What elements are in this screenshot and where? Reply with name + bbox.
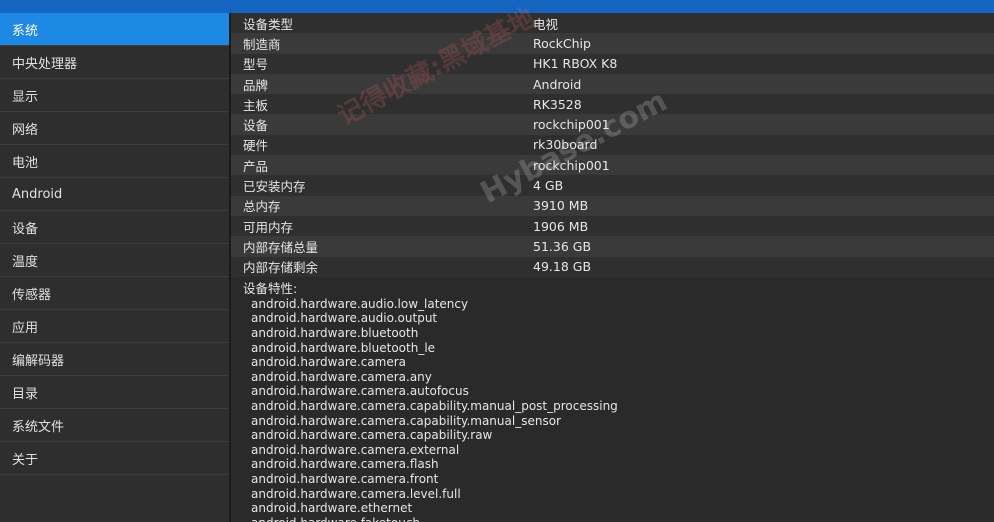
sidebar-item-5[interactable]: Android (0, 178, 229, 211)
sidebar-item-13[interactable]: 关于 (0, 442, 229, 475)
info-key: 内部存储剩余 (243, 260, 319, 276)
feature-item: android.hardware.audio.output (251, 311, 438, 326)
sidebar-item-3[interactable]: 网络 (0, 112, 229, 145)
feature-item: android.hardware.audio.low_latency (251, 296, 469, 311)
sidebar-item-label: 温度 (12, 254, 39, 270)
sidebar-item-label: 显示 (12, 89, 39, 105)
info-value: 51.36 GB (533, 238, 592, 254)
sidebar-item-0[interactable]: 系统 (0, 13, 229, 46)
info-key: 已安装内存 (243, 179, 306, 195)
sidebar-item-label: 目录 (12, 386, 39, 402)
sidebar-item-6[interactable]: 设备 (0, 211, 229, 244)
info-key: 型号 (243, 57, 269, 73)
info-row: 内部存储剩余 49.18 GB (231, 256, 994, 277)
info-key: 产品 (243, 158, 269, 174)
info-value: rk30board (533, 137, 598, 153)
info-value: RK3528 (533, 96, 582, 112)
sidebar-item-2[interactable]: 显示 (0, 79, 229, 112)
info-value: 1906 MB (533, 218, 589, 234)
info-row: 设备类型 电视 (231, 13, 994, 34)
info-key: 内部存储总量 (243, 239, 319, 255)
info-row: 总内存 3910 MB (231, 195, 994, 216)
info-key: 可用内存 (243, 219, 294, 235)
sidebar-item-label: 传感器 (12, 287, 52, 303)
sidebar-item-9[interactable]: 应用 (0, 310, 229, 343)
feature-item: android.hardware.camera.front (251, 471, 439, 486)
info-value: 电视 (533, 16, 559, 32)
feature-item: android.hardware.camera.flash (251, 457, 439, 472)
sidebar-item-12[interactable]: 系统文件 (0, 409, 229, 442)
sidebar-item-label: 应用 (12, 320, 39, 336)
feature-item: android.hardware.camera.any (251, 369, 432, 384)
sidebar-item-1[interactable]: 中央处理器 (0, 46, 229, 79)
sidebar-item-7[interactable]: 温度 (0, 244, 229, 277)
info-row: 硬件 rk30board (231, 134, 994, 156)
sidebar-item-label: 系统 (12, 23, 39, 39)
info-value: rockchip001 (533, 157, 610, 173)
info-row: 已安装内存 4 GB (231, 175, 994, 196)
sidebar-item-label: 设备 (12, 221, 39, 237)
info-row: 型号 HK1 RBOX K8 (231, 53, 994, 74)
info-row: 内部存储总量 51.36 GB (231, 236, 994, 257)
sidebar-item-label: Android (12, 186, 63, 202)
info-row: 产品 rockchip001 (231, 155, 994, 176)
sidebar-item-11[interactable]: 目录 (0, 376, 229, 409)
info-value: 49.18 GB (533, 259, 592, 275)
info-value: rockchip001 (533, 117, 610, 133)
sidebar: 系统中央处理器显示网络电池 Android 设备温度传感器应用编解码器目录系统文件关… (0, 13, 229, 522)
info-key: 硬件 (243, 138, 269, 154)
sidebar-item-4[interactable]: 电池 (0, 145, 229, 178)
feature-item: android.hardware.camera.capability.manua… (251, 413, 561, 428)
info-value: Android (533, 76, 582, 92)
sidebar-item-8[interactable]: 传感器 (0, 277, 229, 310)
top-app-bar (0, 0, 994, 13)
info-key: 总内存 (243, 199, 281, 215)
sidebar-item-label: 中央处理器 (12, 56, 78, 72)
feature-item: android.hardware.faketouch (251, 516, 994, 522)
info-value: RockChip (533, 35, 591, 51)
feature-item: android.hardware.camera.capability.manua… (251, 399, 618, 414)
feature-item: android.hardware.bluetooth_le (251, 340, 436, 355)
info-value: HK1 RBOX K8 (533, 56, 618, 72)
info-key: 品牌 (243, 77, 269, 93)
feature-item: android.hardware.camera.external (251, 442, 460, 457)
info-row: 主板 RK3528 (231, 94, 994, 115)
system-info-panel[interactable]: 设备类型 电视制造商 RockChip 型号 HK1 RBOX K8 品牌 Android 主… (231, 13, 994, 522)
sidebar-item-label: 编解码器 (12, 353, 65, 369)
info-value: 4 GB (533, 178, 564, 194)
sidebar-item-label: 电池 (12, 155, 39, 171)
feature-item: android.hardware.camera.level.full (251, 486, 461, 501)
feature-item: android.hardware.camera.autofocus (251, 384, 469, 399)
sidebar-item-10[interactable]: 编解码器 (0, 343, 229, 376)
info-key: 设备 (243, 118, 269, 134)
sidebar-item-label: 系统文件 (12, 419, 65, 435)
feature-item: android.hardware.ethernet (251, 501, 413, 516)
info-row: 制造商 RockChip (231, 33, 994, 54)
info-key: 主板 (243, 97, 269, 113)
info-key: 设备类型 (243, 16, 294, 32)
info-value: 3910 MB (533, 198, 589, 214)
feature-item: android.hardware.camera.capability.raw (251, 428, 493, 443)
feature-item: android.hardware.camera (251, 355, 406, 370)
sidebar-item-label: 关于 (12, 452, 39, 468)
info-key: 制造商 (243, 36, 281, 52)
info-row: 设备 rockchip001 (231, 114, 994, 135)
sidebar-item-label: 网络 (12, 122, 39, 138)
info-row: 品牌 Android (231, 73, 994, 95)
info-table: 设备类型 电视制造商 RockChip 型号 HK1 RBOX K8 品牌 Android 主… (231, 13, 994, 277)
features-title: 设备特性: (243, 280, 298, 296)
feature-item: android.hardware.bluetooth (251, 326, 419, 341)
features-list: android.hardware.audio.low_latency androi… (231, 297, 994, 522)
info-row: 可用内存 1906 MB (231, 215, 994, 237)
